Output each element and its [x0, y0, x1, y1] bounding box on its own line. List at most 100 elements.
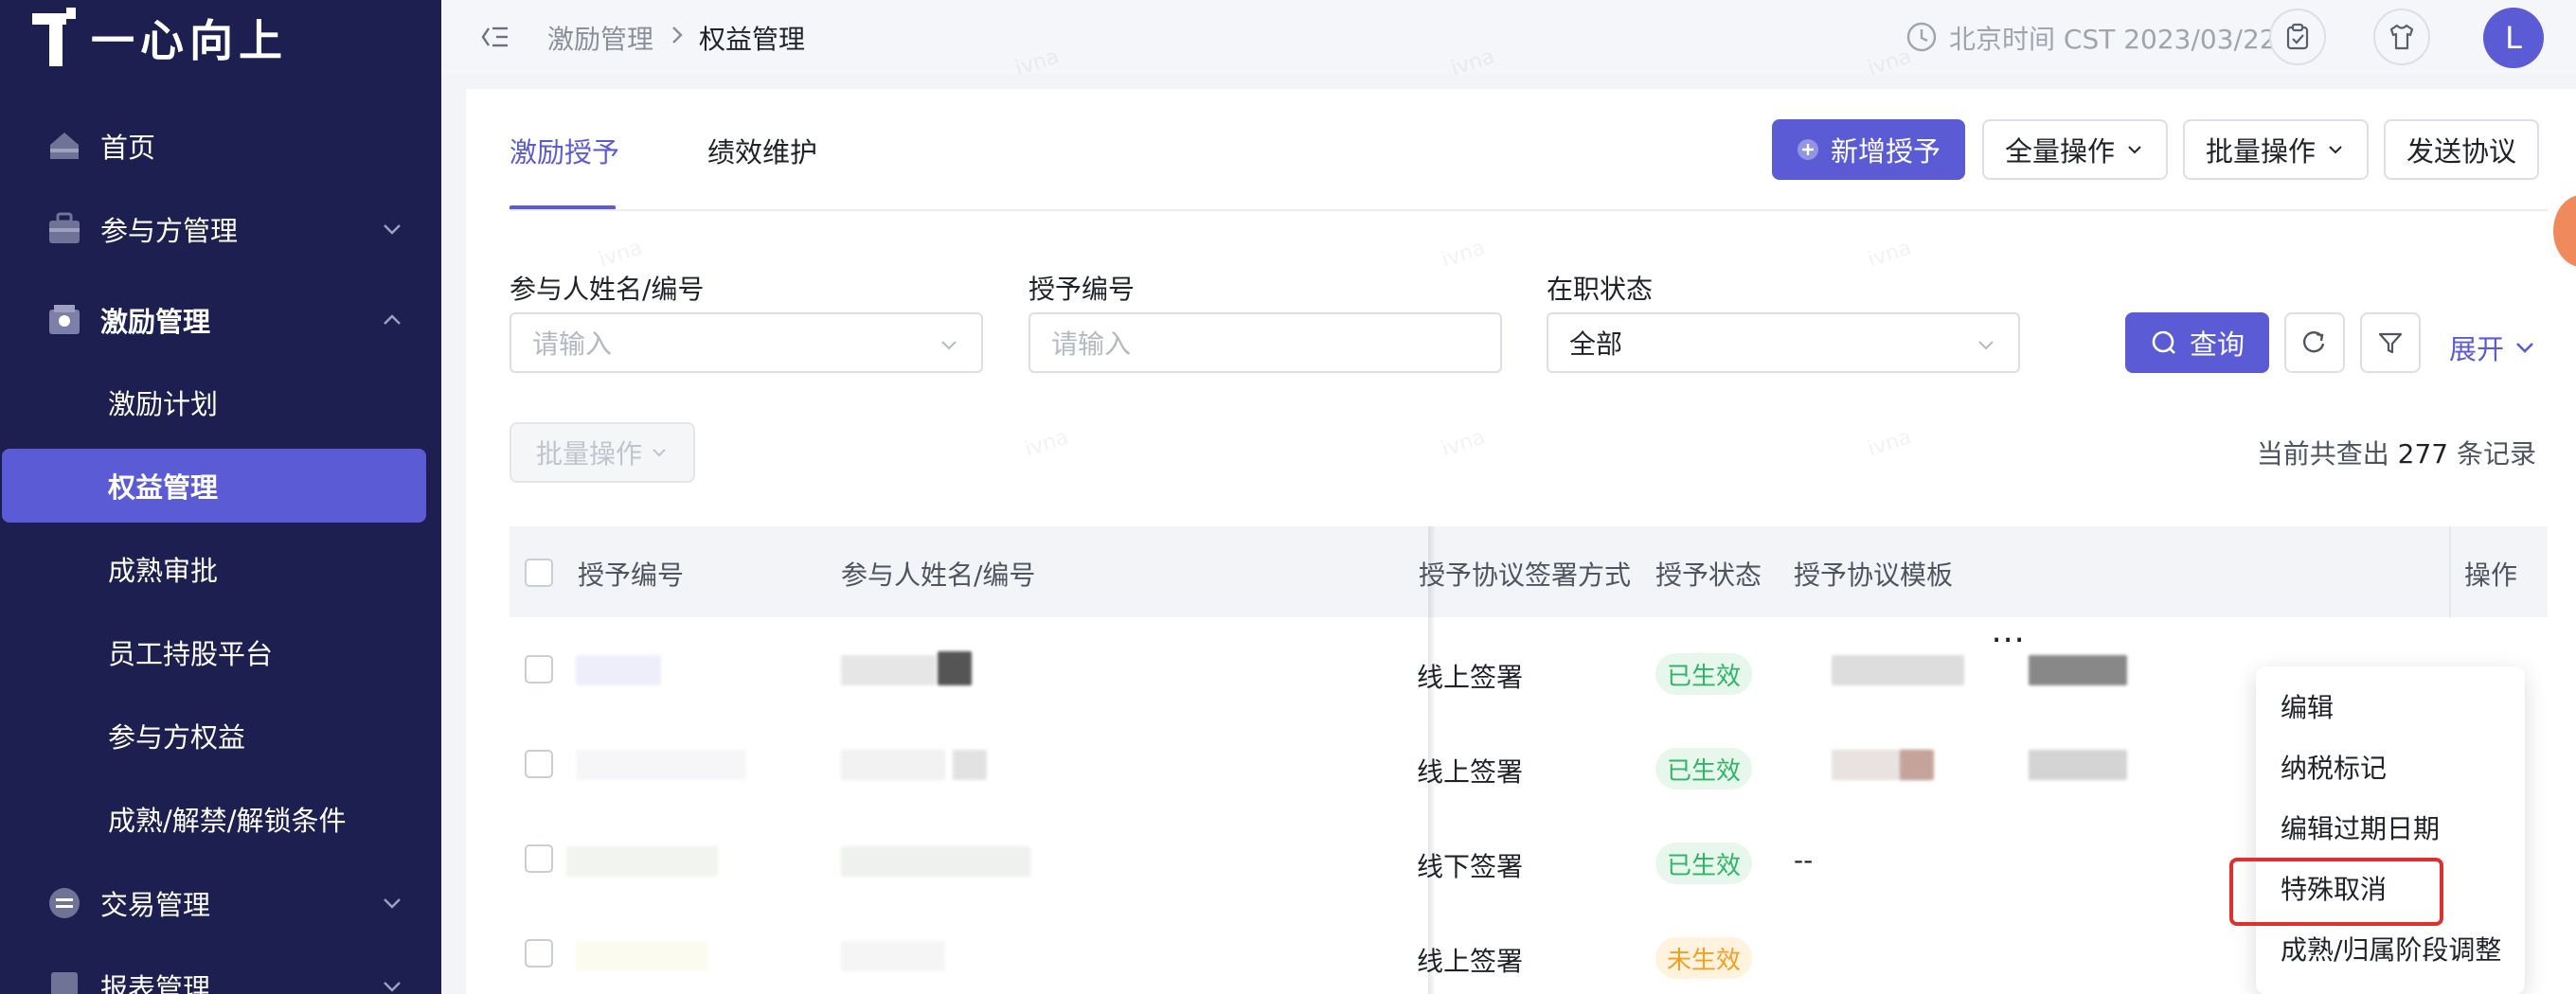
redacted-participant-id: [938, 651, 972, 685]
watermark: ivna: [596, 236, 646, 273]
col-grant-status[interactable]: 授予状态: [1655, 555, 1762, 593]
add-grant-label: 新增授予: [1830, 135, 1941, 168]
query-button[interactable]: 查询: [2125, 312, 2269, 373]
chevron-down-icon: [384, 982, 401, 992]
participant-filter-label: 参与人姓名/编号: [510, 274, 705, 305]
row-template: --: [1794, 844, 1814, 876]
chevron-down-icon: [1978, 341, 1994, 350]
grant-no-input[interactable]: 请输入: [1029, 312, 1502, 373]
collapse-menu-icon[interactable]: [479, 21, 511, 53]
record-count-prefix: 当前共查出: [2256, 438, 2389, 470]
sidebar-subitem-plan[interactable]: 激励计划: [0, 365, 441, 439]
redacted-participant: [841, 750, 945, 780]
row-checkbox[interactable]: [525, 939, 553, 967]
redacted-grant-no: [576, 655, 661, 685]
table-row[interactable]: 线上签署 已生效: [510, 735, 2548, 829]
menu-item-edit-expiry[interactable]: 编辑过期日期: [2281, 808, 2440, 846]
status-filter-label: 在职状态: [1547, 274, 1654, 305]
list-batch-button[interactable]: 批量操作: [510, 422, 695, 483]
redacted-participant: [841, 941, 945, 971]
chevron-up-icon: [384, 314, 401, 325]
query-label: 查询: [2189, 328, 2245, 361]
list-batch-label: 批量操作: [535, 438, 642, 470]
filter-button[interactable]: [2360, 312, 2421, 373]
filter-icon: [2378, 332, 2403, 354]
sidebar-item-incentive[interactable]: 激励管理: [0, 282, 441, 358]
redacted-grant-no: [576, 941, 708, 971]
redacted-participant-id: [953, 750, 987, 780]
tab-incentive-grant[interactable]: 激励授予: [510, 131, 619, 170]
redacted-participant: [841, 846, 1030, 877]
sidebar: 一心向上 首页 参与方管理 激励管理 激励计划 权益管理 成熟审批 员工持股平台…: [0, 0, 441, 994]
menu-item-edit[interactable]: 编辑: [2281, 687, 2334, 725]
batch-operations-button[interactable]: 批量操作: [2183, 119, 2369, 180]
participant-filter-placeholder: 请输入: [532, 328, 613, 360]
top-bar: 激励管理 权益管理 北京时间 CST 2023/03/22 L: [441, 0, 2576, 74]
home-icon: [45, 127, 83, 165]
row-status-badge: 未生效: [1655, 937, 1753, 979]
row-status-badge: 已生效: [1655, 843, 1753, 884]
redacted-template: [1900, 750, 1934, 780]
col-participant[interactable]: 参与人姓名/编号: [841, 555, 1035, 593]
sidebar-item-label: 参与方管理: [100, 215, 239, 247]
col-actions: 操作: [2464, 559, 2518, 591]
breadcrumb-parent[interactable]: 激励管理: [547, 19, 653, 57]
expand-toggle[interactable]: 展开: [2449, 328, 2538, 367]
row-checkbox[interactable]: [525, 750, 553, 778]
table-row[interactable]: 线上签署 未生效: [510, 924, 2548, 994]
sidebar-subitem-participant-equity[interactable]: 参与方权益: [0, 699, 441, 772]
all-operations-label: 全量操作: [2004, 135, 2115, 168]
sidebar-item-participants[interactable]: 参与方管理: [0, 191, 441, 267]
sidebar-subitem-equity[interactable]: 权益管理: [2, 449, 426, 523]
sidebar-item-label: 首页: [100, 132, 156, 164]
expand-label: 展开: [2449, 333, 2505, 365]
watermark: ivna: [1865, 236, 1915, 273]
sidebar-item-reports[interactable]: 报表管理: [0, 949, 441, 994]
sidebar-item-label: 激励管理: [100, 306, 211, 338]
sidebar-subitem-conditions[interactable]: 成熟/解禁/解锁条件: [0, 782, 441, 856]
app-logo[interactable]: 一心向上: [32, 4, 288, 72]
send-agreement-button[interactable]: 发送协议: [2384, 119, 2539, 180]
record-count: 当前共查出 277 条记录: [2257, 434, 2536, 471]
logo-text: 一心向上: [91, 15, 288, 66]
redacted-grant-no: [566, 846, 718, 877]
search-icon: [2152, 330, 2175, 354]
redacted-template: [1832, 655, 1964, 685]
sidebar-item-home[interactable]: 首页: [0, 108, 441, 184]
chevron-down-icon: [2516, 343, 2533, 353]
theme-button[interactable]: [2373, 9, 2430, 65]
sidebar-subitem-esop-platform[interactable]: 员工持股平台: [0, 615, 441, 689]
exchange-icon: [45, 884, 83, 922]
breadcrumb-current: 权益管理: [699, 24, 806, 55]
table-row[interactable]: 线上签署 已生效: [510, 640, 2548, 735]
highlight-annotation: [2229, 858, 2443, 926]
row-checkbox[interactable]: [525, 655, 553, 683]
participant-filter-select[interactable]: 请输入: [510, 312, 983, 373]
sidebar-item-trade[interactable]: 交易管理: [0, 865, 441, 941]
select-all-checkbox[interactable]: [525, 559, 553, 587]
task-button[interactable]: [2269, 9, 2326, 65]
menu-item-vesting-adjust[interactable]: 成熟/归属阶段调整: [2281, 930, 2501, 967]
redacted-template: [2029, 750, 2127, 780]
server-time: 北京时间 CST 2023/03/22: [1949, 24, 2277, 55]
add-grant-button[interactable]: 新增授予: [1772, 119, 1965, 180]
more-actions-icon[interactable]: ⋯: [1991, 620, 2027, 659]
tab-performance[interactable]: 绩效维护: [707, 131, 817, 170]
status-filter-select[interactable]: 全部: [1547, 312, 2020, 373]
chevron-right-icon: [672, 27, 683, 44]
briefcase-icon: [45, 210, 83, 248]
col-template[interactable]: 授予协议模板: [1794, 555, 1953, 593]
redacted-participant: [841, 655, 936, 685]
shirt-icon: [2389, 24, 2414, 50]
award-icon: [45, 301, 83, 339]
row-checkbox[interactable]: [525, 844, 553, 873]
sidebar-subitem-vesting-approval[interactable]: 成熟审批: [0, 532, 441, 606]
col-sign-method[interactable]: 授予协议签署方式: [1419, 555, 1631, 593]
menu-item-tax-mark[interactable]: 纳税标记: [2281, 748, 2387, 786]
clipboard-check-icon: [2286, 23, 2309, 50]
chevron-down-icon: [384, 224, 401, 235]
all-operations-button[interactable]: 全量操作: [1982, 119, 2168, 180]
col-grant-no[interactable]: 授予编号: [578, 555, 684, 593]
reset-button[interactable]: [2284, 312, 2345, 373]
user-avatar[interactable]: L: [2483, 8, 2544, 68]
